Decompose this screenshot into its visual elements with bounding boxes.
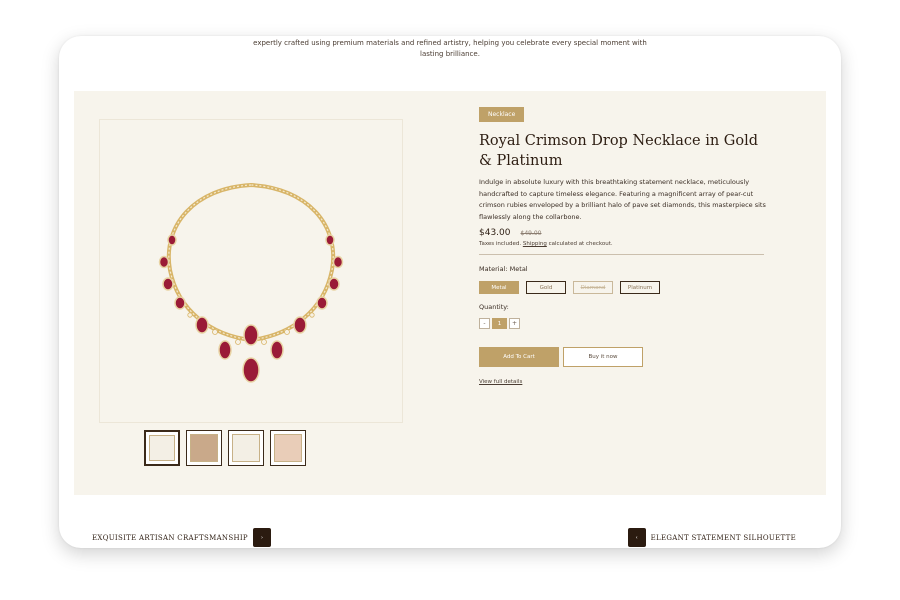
thumbnail-2[interactable] (186, 430, 222, 466)
bottom-left-nav: EXQUISITE ARTISAN CRAFTSMANSHIP › (92, 528, 271, 547)
quantity-label: Quantity: (479, 303, 509, 311)
quantity-decrease-button[interactable]: - (479, 318, 490, 329)
material-label: Material: Metal (479, 265, 528, 273)
view-full-details-link[interactable]: View full details (479, 379, 522, 385)
material-option-platinum[interactable]: Platinum (620, 281, 660, 294)
thumbnail-3[interactable] (228, 430, 264, 466)
tax-suffix: calculated at checkout. (548, 241, 613, 247)
main-product-image[interactable] (99, 119, 403, 423)
add-to-cart-button[interactable]: Add To Cart (479, 347, 559, 367)
product-panel: Necklace Royal Crimson Drop Necklace in … (74, 91, 826, 495)
compare-price: $49.00 (520, 230, 542, 237)
quantity-input[interactable]: 1 (492, 318, 507, 329)
thumbnail-4[interactable] (270, 430, 306, 466)
price-row: $43.00 $49.00 (479, 228, 542, 238)
prev-arrow-button[interactable]: ‹ (627, 528, 646, 547)
intro-line-1: expertly crafted using premium materials… (253, 39, 647, 47)
product-title: Royal Crimson Drop Necklace in Gold & Pl… (479, 133, 759, 169)
browser-frame: expertly crafted using premium materials… (59, 36, 841, 548)
bottom-right-nav: ‹ ELEGANT STATEMENT SILHOUETTE (627, 528, 796, 547)
intro-line-2: lasting brilliance. (420, 50, 480, 58)
bottom-left-label: EXQUISITE ARTISAN CRAFTSMANSHIP (92, 533, 248, 542)
quantity-increase-button[interactable]: + (509, 318, 520, 329)
shipping-link[interactable]: Shipping (523, 241, 547, 247)
sale-price: $43.00 (479, 228, 511, 238)
category-badge: Necklace (479, 107, 525, 122)
tax-note: Taxes included. Shipping calculated at c… (479, 241, 613, 247)
tax-prefix: Taxes included. (479, 241, 522, 247)
next-arrow-button[interactable]: › (252, 528, 271, 547)
bottom-right-label: ELEGANT STATEMENT SILHOUETTE (650, 533, 796, 542)
thumbnail-1[interactable] (144, 430, 180, 466)
material-option-gold[interactable]: Gold (526, 281, 566, 294)
intro-text: expertly crafted using premium materials… (59, 38, 841, 60)
material-option-diamond[interactable]: Diamond (573, 281, 613, 294)
buy-now-button[interactable]: Buy it now (563, 347, 643, 367)
material-option-metal[interactable]: Metal (479, 281, 519, 294)
product-description: Indulge in absolute luxury with this bre… (479, 178, 766, 221)
material-options: Metal Gold Diamond Platinum (479, 281, 660, 294)
divider (479, 254, 764, 255)
thumbnail-strip (144, 430, 306, 466)
necklace-illustration (158, 182, 344, 383)
quantity-stepper: - 1 + (479, 318, 520, 329)
